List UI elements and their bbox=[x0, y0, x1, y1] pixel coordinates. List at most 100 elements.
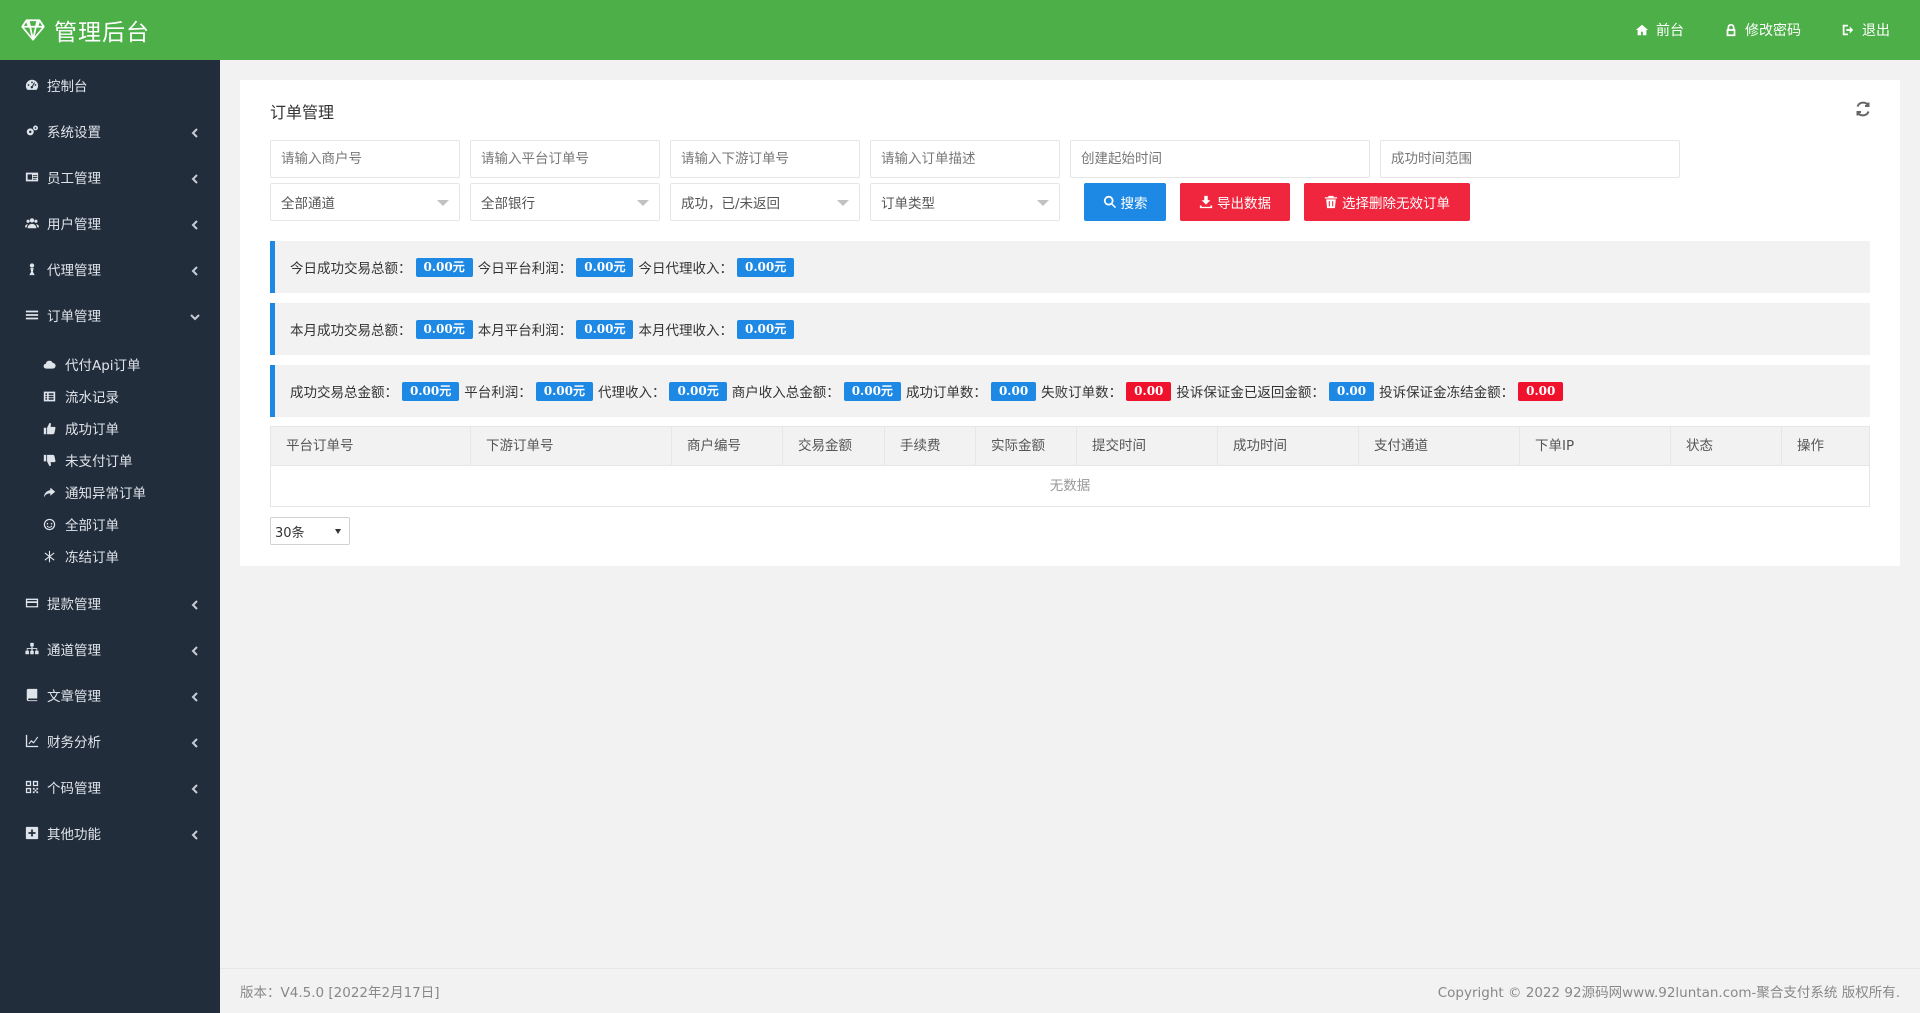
sidebar-subitem-label: 未支付订单 bbox=[65, 454, 133, 470]
sidebar-item-channels[interactable]: 通道管理 bbox=[0, 626, 220, 672]
sitemap-icon bbox=[24, 642, 39, 655]
footer: 版本：V4.5.0 [2022年2月17日] Copyright © 2022 … bbox=[220, 968, 1920, 1013]
all-agent-badge: 0.00元 bbox=[669, 381, 727, 401]
sidebar-subitem-label: 代付Api订单 bbox=[65, 358, 141, 374]
search-button-label: 搜索 bbox=[1120, 196, 1148, 212]
column-header[interactable]: 下单IP bbox=[1520, 427, 1671, 466]
column-header[interactable]: 操作 bbox=[1782, 427, 1869, 466]
chevron-left-icon bbox=[191, 830, 198, 840]
month-total-badge: 0.00元 bbox=[415, 319, 473, 339]
bank-select[interactable]: 全部银行 bbox=[470, 183, 660, 221]
all-merchant-badge: 0.00元 bbox=[843, 381, 901, 401]
orders-table: 平台订单号 下游订单号 商户编号 交易金额 手续费 实际金额 提交时间 成功时间… bbox=[270, 426, 1870, 507]
sidebar-item-label: 财务分析 bbox=[47, 735, 101, 751]
caret-down-icon bbox=[335, 529, 341, 534]
logo[interactable]: 管理后台 bbox=[0, 0, 220, 60]
sidebar-item-dashboard[interactable]: 控制台 bbox=[0, 62, 220, 108]
page-size-value: 30条 bbox=[275, 525, 305, 541]
sidebar-item-finance[interactable]: 财务分析 bbox=[0, 718, 220, 764]
complaint-frozen-label: 投诉保证金冻结金额： bbox=[1379, 385, 1515, 401]
smile-icon bbox=[43, 518, 56, 530]
snowflake-icon bbox=[44, 550, 55, 562]
sidebar-item-agents[interactable]: 代理管理 bbox=[0, 246, 220, 292]
month-stats-bar: 本月成功交易总额： 0.00元 本月平台利润： 0.00元 本月代理收入： 0.… bbox=[270, 303, 1870, 355]
sidebar-item-label: 订单管理 bbox=[47, 309, 101, 325]
refresh-button[interactable] bbox=[1854, 100, 1872, 118]
sidebar-item-orders[interactable]: 订单管理 bbox=[0, 292, 220, 338]
sidebar-item-staff[interactable]: 员工管理 bbox=[0, 154, 220, 200]
dashboard-icon bbox=[25, 79, 38, 90]
sidebar-item-personal-codes[interactable]: 个码管理 bbox=[0, 764, 220, 810]
sidebar-item-articles[interactable]: 文章管理 bbox=[0, 672, 220, 718]
sidebar-item-other[interactable]: 其他功能 bbox=[0, 810, 220, 856]
sidebar-subitem-label: 流水记录 bbox=[65, 390, 119, 406]
credit-card-icon bbox=[25, 598, 38, 608]
order-type-select[interactable]: 订单类型 bbox=[870, 183, 1060, 221]
month-profit-badge: 0.00元 bbox=[576, 319, 634, 339]
cogs-icon bbox=[26, 125, 38, 136]
sidebar-item-label: 个码管理 bbox=[47, 781, 101, 797]
sidebar-subitem-frozen-orders[interactable]: 冻结订单 bbox=[0, 540, 220, 572]
all-merchant-label: 商户收入总金额： bbox=[731, 385, 840, 401]
diamond-icon bbox=[21, 19, 45, 41]
column-header[interactable]: 手续费 bbox=[885, 427, 976, 466]
top-header: 管理后台 前台 修改密码 退出 bbox=[0, 0, 1920, 60]
sidebar-item-withdrawals[interactable]: 提款管理 bbox=[0, 580, 220, 626]
column-header[interactable]: 平台订单号 bbox=[271, 427, 471, 466]
platform-order-input[interactable] bbox=[470, 140, 660, 178]
sidebar-subitem-unpaid-orders[interactable]: 未支付订单 bbox=[0, 444, 220, 476]
downstream-order-input[interactable] bbox=[670, 140, 860, 178]
sidebar-item-label: 提款管理 bbox=[47, 597, 101, 613]
column-header[interactable]: 提交时间 bbox=[1077, 427, 1218, 466]
id-card-icon bbox=[25, 172, 38, 182]
column-header[interactable]: 交易金额 bbox=[783, 427, 885, 466]
column-header[interactable]: 下游订单号 bbox=[471, 427, 672, 466]
chevron-left-icon bbox=[191, 266, 198, 276]
export-button[interactable]: 导出数据 bbox=[1180, 183, 1290, 221]
caret-down-icon bbox=[837, 200, 849, 206]
all-total-label: 成功交易总金额： bbox=[290, 385, 398, 401]
logout-link[interactable]: 退出 bbox=[1841, 20, 1890, 40]
sidebar-subitem-payout-api-orders[interactable]: 代付Api订单 bbox=[0, 348, 220, 380]
change-password-link[interactable]: 修改密码 bbox=[1724, 20, 1801, 40]
column-header[interactable]: 状态 bbox=[1671, 427, 1782, 466]
frontend-link[interactable]: 前台 bbox=[1635, 20, 1684, 40]
search-button[interactable]: 搜索 bbox=[1084, 183, 1166, 221]
thumbs-up-icon bbox=[43, 422, 56, 434]
sidebar-item-users[interactable]: 用户管理 bbox=[0, 200, 220, 246]
delete-invalid-orders-button[interactable]: 选择删除无效订单 bbox=[1304, 183, 1470, 221]
column-header[interactable]: 支付通道 bbox=[1359, 427, 1520, 466]
all-profit-label: 平台利润： bbox=[464, 385, 532, 401]
cloud-icon bbox=[43, 360, 56, 369]
success-count-badge: 0.00 bbox=[990, 381, 1037, 401]
sidebar-item-label: 文章管理 bbox=[47, 689, 101, 705]
today-stats-bar: 今日成功交易总额： 0.00元 今日平台利润： 0.00元 今日代理收入： 0.… bbox=[270, 241, 1870, 293]
chevron-left-icon bbox=[191, 128, 198, 138]
chevron-left-icon bbox=[191, 600, 198, 610]
order-description-input[interactable] bbox=[870, 140, 1060, 178]
delete-invalid-orders-label: 选择删除无效订单 bbox=[1342, 196, 1450, 212]
all-total-badge: 0.00元 bbox=[402, 381, 460, 401]
chevron-left-icon bbox=[191, 646, 198, 656]
column-header[interactable]: 成功时间 bbox=[1218, 427, 1359, 466]
column-header[interactable]: 实际金额 bbox=[976, 427, 1077, 466]
status-select[interactable]: 成功，已/未返回 bbox=[670, 183, 860, 221]
sidebar-subitem-notify-error-orders[interactable]: 通知异常订单 bbox=[0, 476, 220, 508]
sidebar-subitem-flow-records[interactable]: 流水记录 bbox=[0, 380, 220, 412]
caret-down-icon bbox=[637, 200, 649, 206]
sidebar-item-system-settings[interactable]: 系统设置 bbox=[0, 108, 220, 154]
today-profit-label: 今日平台利润： bbox=[477, 261, 573, 277]
success-time-input[interactable] bbox=[1380, 140, 1680, 178]
channel-select[interactable]: 全部通道 bbox=[270, 183, 460, 221]
column-header[interactable]: 商户编号 bbox=[672, 427, 783, 466]
sidebar: 控制台 系统设置 员工管理 用户管理 代理管理 订单管理 代付Api订单 流水记… bbox=[0, 60, 220, 1013]
plus-square-icon bbox=[25, 826, 38, 840]
merchant-input[interactable] bbox=[270, 140, 460, 178]
sidebar-subitem-all-orders[interactable]: 全部订单 bbox=[0, 508, 220, 540]
users-icon bbox=[24, 218, 39, 229]
sidebar-item-label: 员工管理 bbox=[47, 171, 101, 187]
thumbs-down-icon bbox=[43, 454, 56, 466]
page-size-select[interactable]: 30条 bbox=[270, 517, 350, 545]
create-time-input[interactable] bbox=[1070, 140, 1370, 178]
sidebar-subitem-success-orders[interactable]: 成功订单 bbox=[0, 412, 220, 444]
